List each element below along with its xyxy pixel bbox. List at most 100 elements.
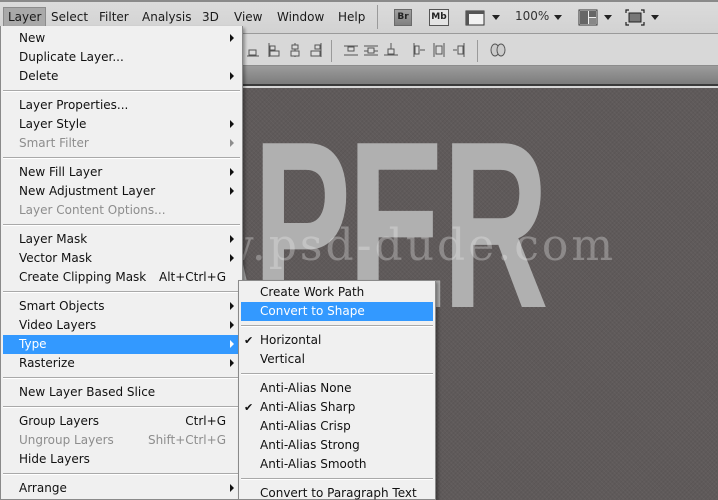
menu-separator	[3, 473, 240, 475]
layer-menu-item-rasterize[interactable]: Rasterize	[3, 354, 240, 373]
menu-separator	[3, 406, 240, 408]
layer-menu-item-video-layers[interactable]: Video Layers	[3, 316, 240, 335]
align-right-edges-icon[interactable]	[308, 43, 322, 57]
layer-menu: New Duplicate Layer... Delete Layer Propert…	[0, 26, 243, 500]
screen-mode-button[interactable]	[625, 9, 645, 26]
align-horizontal-centers-icon[interactable]	[288, 43, 302, 57]
submenu-arrow-icon	[230, 484, 234, 492]
submenu-arrow-icon	[230, 34, 234, 42]
menu-layer[interactable]: Layer	[3, 7, 47, 27]
menu-item-label: Anti-Alias Smooth	[260, 457, 367, 471]
type-menu-item-anti-alias-sharp[interactable]: ✔ Anti-Alias Sharp	[241, 398, 433, 417]
layer-menu-item-type[interactable]: Type	[3, 335, 240, 354]
menu-item-label: New Layer Based Slice	[19, 385, 156, 399]
menu-window[interactable]: Window	[273, 7, 328, 27]
layer-menu-item-ungroup-layers[interactable]: Ungroup Layers Shift+Ctrl+G	[3, 431, 240, 450]
layer-menu-item-smart-filter[interactable]: Smart Filter	[3, 134, 240, 153]
layer-menu-item-arrange[interactable]: Arrange	[3, 479, 240, 498]
view-extras-icon	[465, 10, 485, 26]
submenu-arrow-icon	[230, 139, 234, 147]
menu-3d[interactable]: 3D	[198, 7, 223, 27]
menu-item-label: Duplicate Layer...	[19, 50, 124, 64]
menu-analysis[interactable]: Analysis	[138, 7, 195, 27]
screen-mode-icon	[625, 9, 645, 26]
menu-item-label: New Fill Layer	[19, 165, 103, 179]
layer-menu-item-duplicate-layer[interactable]: Duplicate Layer...	[3, 48, 240, 67]
menu-item-label: Rasterize	[19, 356, 75, 370]
submenu-arrow-icon	[230, 235, 234, 243]
layer-menu-item-vector-mask[interactable]: Vector Mask	[3, 249, 240, 268]
menu-item-label: Ungroup Layers	[19, 433, 114, 447]
menu-item-label: Anti-Alias Strong	[260, 438, 360, 452]
checkmark-icon: ✔	[244, 334, 254, 347]
layer-menu-item-layer-mask[interactable]: Layer Mask	[3, 230, 240, 249]
type-menu-item-anti-alias-none[interactable]: Anti-Alias None	[241, 379, 433, 398]
align-left-edges-icon[interactable]	[246, 43, 260, 57]
menu-help[interactable]: Help	[334, 7, 369, 27]
menu-separator	[241, 325, 433, 327]
menu-item-label: Arrange	[19, 481, 67, 495]
distribute-right-edges-icon[interactable]	[452, 43, 466, 57]
arrange-dropdown-icon[interactable]	[604, 15, 612, 20]
menu-filter[interactable]: Filter	[95, 7, 133, 27]
layer-menu-item-layer-content-options[interactable]: Layer Content Options...	[3, 201, 240, 220]
menu-item-label: Layer Mask	[19, 232, 88, 246]
layer-menu-item-new-fill-layer[interactable]: New Fill Layer	[3, 163, 240, 182]
menu-view[interactable]: View	[230, 7, 266, 27]
auto-align-layers-icon[interactable]	[490, 43, 506, 57]
type-menu-item-anti-alias-smooth[interactable]: Anti-Alias Smooth	[241, 455, 433, 474]
screen-mode-dropdown-icon[interactable]	[651, 15, 659, 20]
distribute-vertical-centers-icon[interactable]	[364, 43, 378, 57]
layer-menu-item-new[interactable]: New	[3, 29, 240, 48]
menu-bar-top-border	[0, 0, 718, 2]
submenu-arrow-icon	[230, 254, 234, 262]
arrange-documents-button[interactable]	[578, 9, 598, 26]
layer-menu-item-layer-properties[interactable]: Layer Properties...	[3, 96, 240, 115]
type-submenu: Create Work Path Convert to Shape ✔ Horizon…	[238, 280, 436, 500]
type-menu-item-anti-alias-strong[interactable]: Anti-Alias Strong	[241, 436, 433, 455]
menu-item-label: Vector Mask	[19, 251, 92, 265]
view-extras-button[interactable]	[465, 9, 485, 26]
type-menu-item-convert-to-shape[interactable]: Convert to Shape	[241, 302, 433, 321]
distribute-horizontal-centers-icon[interactable]	[432, 43, 446, 57]
submenu-arrow-icon	[230, 120, 234, 128]
launch-mini-bridge-button[interactable]: Mb	[429, 9, 449, 26]
submenu-arrow-icon	[230, 302, 234, 310]
type-menu-item-horizontal[interactable]: ✔ Horizontal	[241, 331, 433, 350]
type-menu-item-convert-to-paragraph-text[interactable]: Convert to Paragraph Text	[241, 484, 433, 500]
menu-separator	[3, 157, 240, 159]
layer-menu-item-create-clipping-mask[interactable]: Create Clipping Mask Alt+Ctrl+G	[3, 268, 240, 287]
type-menu-item-anti-alias-crisp[interactable]: Anti-Alias Crisp	[241, 417, 433, 436]
menu-select[interactable]: Select	[47, 7, 92, 27]
layer-menu-item-layer-style[interactable]: Layer Style	[3, 115, 240, 134]
layer-menu-item-smart-objects[interactable]: Smart Objects	[3, 297, 240, 316]
menu-item-label: Convert to Shape	[260, 304, 365, 318]
zoom-dropdown-icon[interactable]	[554, 15, 562, 20]
type-menu-item-create-work-path[interactable]: Create Work Path	[241, 283, 433, 302]
menu-item-label: Create Clipping Mask	[19, 270, 147, 284]
shortcut-label: Alt+Ctrl+G	[158, 270, 226, 284]
type-menu-item-vertical[interactable]: Vertical	[241, 350, 433, 369]
shortcut-label: Shift+Ctrl+G	[147, 433, 226, 447]
checkmark-icon: ✔	[244, 401, 254, 414]
layer-menu-item-group-layers[interactable]: Group Layers Ctrl+G	[3, 412, 240, 431]
menu-separator	[3, 291, 240, 293]
distribute-top-edges-icon[interactable]	[344, 43, 358, 57]
submenu-arrow-icon	[230, 72, 234, 80]
menu-item-label: Anti-Alias None	[260, 381, 352, 395]
align-bottom-edges-icon[interactable]	[268, 43, 282, 57]
submenu-arrow-icon	[230, 168, 234, 176]
layer-menu-item-hide-layers[interactable]: Hide Layers	[3, 450, 240, 469]
distribute-left-edges-icon[interactable]	[412, 43, 426, 57]
submenu-arrow-icon	[230, 321, 234, 329]
zoom-level-field[interactable]: 100%	[515, 9, 549, 23]
launch-bridge-button[interactable]: Br	[394, 9, 412, 26]
menu-item-label: Vertical	[260, 352, 305, 366]
layer-menu-item-new-adjustment-layer[interactable]: New Adjustment Layer	[3, 182, 240, 201]
submenu-arrow-icon	[230, 187, 234, 195]
view-extras-dropdown-icon[interactable]	[492, 15, 500, 20]
layer-menu-item-new-layer-based-slice[interactable]: New Layer Based Slice	[3, 383, 240, 402]
distribute-bottom-edges-icon[interactable]	[384, 43, 398, 57]
menu-item-label: New Adjustment Layer	[19, 184, 156, 198]
layer-menu-item-delete[interactable]: Delete	[3, 67, 240, 86]
